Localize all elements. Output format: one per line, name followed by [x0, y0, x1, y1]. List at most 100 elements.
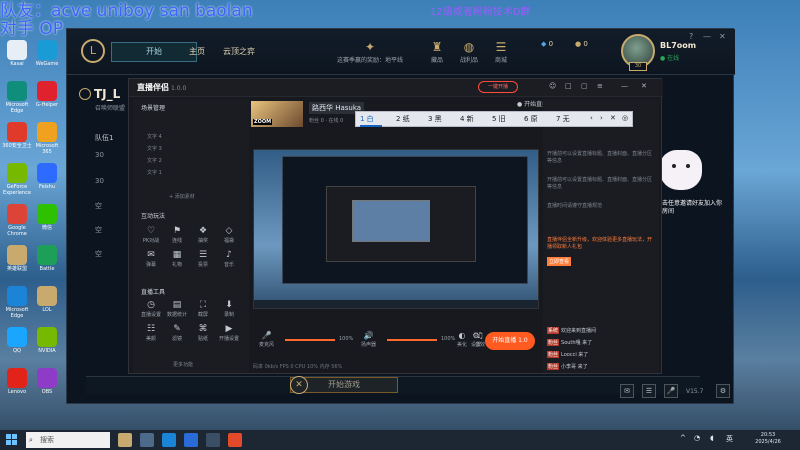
screen-icon[interactable]: ▢ [581, 82, 588, 90]
tool-music[interactable]: ♪ 音乐 [217, 249, 241, 268]
chevron-right-icon[interactable]: › [600, 114, 603, 122]
more-tools-link[interactable]: 更多功能 [173, 361, 193, 368]
input-language[interactable]: 英 [726, 434, 733, 444]
minimize-icon[interactable]: — [621, 82, 628, 90]
tool-record[interactable]: ⬇ 录制 [217, 299, 241, 318]
taskbar-lol-icon[interactable] [118, 433, 132, 447]
mic-icon[interactable]: 🎤 [664, 384, 678, 398]
stream-cover-thumbnail[interactable]: ZOOM [251, 101, 303, 127]
minimize-icon[interactable]: — [703, 32, 711, 41]
promo-button[interactable]: 立即查看 [547, 257, 572, 266]
desktop-icon[interactable]: G-Helper [32, 81, 62, 119]
tool-pk[interactable]: ♡ PK对战 [139, 225, 163, 244]
user-status[interactable]: ● 在线 [660, 53, 679, 62]
tool-bag[interactable]: ◇ 福袋 [217, 225, 241, 244]
top-icon-store[interactable]: ☰ 商城 [481, 39, 521, 64]
tool-screenshot[interactable]: ⛶ 截屏 [191, 299, 215, 318]
menu-item-4[interactable]: 4 新 [460, 114, 474, 124]
taskbar-app-icon[interactable] [184, 433, 198, 447]
desktop-icon[interactable]: NVIDIA [32, 327, 62, 365]
beautify-control[interactable]: ◐ 美化 [457, 331, 467, 348]
play-button[interactable]: 开始 [111, 42, 197, 62]
tool-vote[interactable]: ☰ 投票 [191, 249, 215, 268]
nav-tft[interactable]: 云顶之弈 [223, 46, 255, 57]
speaker-volume-slider[interactable] [387, 339, 437, 341]
mic-volume-slider[interactable] [285, 339, 335, 341]
nav-home[interactable]: 主页 [189, 46, 205, 57]
lobby-back-icon[interactable] [79, 88, 91, 100]
menu-icon[interactable]: ≡ [597, 82, 603, 90]
tool-link[interactable]: ⚑ 连线 [165, 225, 189, 244]
taskbar-search-box[interactable]: ⌕ 搜索 [26, 432, 110, 448]
desktop-icon[interactable]: WeGame [32, 40, 62, 78]
taskbar-edge-icon[interactable] [162, 433, 176, 447]
desktop-icon[interactable]: Feishu [32, 163, 62, 201]
tool-gift[interactable]: ▦ 礼物 [165, 249, 189, 268]
desktop-icon[interactable]: LOL [32, 286, 62, 324]
team-row[interactable]: 空 [95, 201, 102, 211]
tray-overflow-icon[interactable]: ^ [680, 434, 686, 442]
desktop-icon[interactable]: Microsoft Edge [2, 81, 32, 119]
desktop-icon[interactable]: Kasai [2, 40, 32, 78]
emoji-icon[interactable]: ☺ [549, 82, 556, 90]
menu-item-5[interactable]: 5 旧 [492, 114, 506, 124]
stream-settings-control[interactable]: ⚙ 设置 [471, 331, 481, 348]
team-row[interactable]: 空 [95, 249, 102, 259]
desktop-icon[interactable]: Microsoft 365 [32, 122, 62, 160]
tool-live-config[interactable]: ▶ 开播设置 [217, 323, 241, 342]
taskbar-clock[interactable]: 20:53 2025/4/26 [748, 432, 788, 446]
menu-item-7[interactable]: 7 无 [556, 114, 570, 124]
menu-item-3[interactable]: 3 黑 [428, 114, 442, 124]
desktop-icon[interactable]: Battle [32, 245, 62, 283]
close-icon[interactable]: ✕ [641, 82, 647, 90]
speaker-control[interactable]: 🔊 扬声器 [361, 331, 376, 348]
tool-sticker[interactable]: ⌘ 贴纸 [191, 323, 215, 342]
stream-preview[interactable] [253, 149, 539, 309]
scene-item[interactable]: 文字 2 [147, 157, 162, 164]
cancel-queue-icon[interactable]: ✕ [290, 376, 308, 394]
tool-live-settings[interactable]: ◷ 直播设置 [139, 299, 163, 318]
chevron-left-icon[interactable]: ‹ [590, 114, 593, 122]
taskbar-explorer-icon[interactable] [140, 433, 154, 447]
help-icon[interactable]: ? [689, 32, 693, 41]
scene-item[interactable]: 文字 1 [147, 169, 162, 176]
top-icon-pass[interactable]: ✦ 这赛季赢的奖励：地平线 [335, 39, 405, 64]
windows-start-icon[interactable] [6, 434, 18, 446]
tool-filter[interactable]: ✎ 滤镜 [165, 323, 189, 342]
desktop-icon[interactable]: QQ [2, 327, 32, 365]
close-icon[interactable]: ✕ [610, 114, 616, 122]
desktop-icon[interactable]: Google Chrome [2, 204, 32, 242]
tool-danmaku[interactable]: ✉ 弹幕 [139, 249, 163, 268]
target-icon[interactable]: ◎ [622, 114, 628, 122]
volume-icon[interactable]: ◖ [710, 434, 714, 442]
start-live-button[interactable]: 开始直播 1.0 [485, 332, 535, 350]
one-click-live-button[interactable]: 一键开播 [478, 81, 518, 93]
wifi-icon[interactable]: ◔ [694, 434, 700, 442]
scene-item[interactable]: 文字 4 [147, 133, 162, 140]
menu-item-6[interactable]: 6 原 [524, 114, 538, 124]
settings-gear-icon[interactable]: ⚙ [716, 384, 730, 398]
taskbar-streaming-app-icon[interactable] [228, 433, 242, 447]
window-icon[interactable]: □ [565, 82, 572, 90]
lol-logo[interactable]: L [81, 39, 105, 63]
add-source-button[interactable]: + 添加素材 [169, 193, 195, 200]
menu-item-2[interactable]: 2 纸 [396, 114, 410, 124]
taskbar-app-icon[interactable] [206, 433, 220, 447]
list-icon[interactable]: ☰ [642, 384, 656, 398]
tool-beauty[interactable]: ☷ 美颜 [139, 323, 163, 342]
desktop-icon[interactable]: 英雄联盟 [2, 245, 32, 283]
menu-item-1[interactable]: 1 白 [360, 114, 374, 124]
close-icon[interactable]: ✕ [719, 32, 726, 41]
scene-item[interactable]: 文字 3 [147, 145, 162, 152]
desktop-icon[interactable]: GeForce Experience [2, 163, 32, 201]
scene-header[interactable]: 场景管理 [141, 103, 165, 112]
desktop-icon[interactable]: Microsoft Edge [2, 286, 32, 324]
desktop-icon[interactable]: OBS [32, 368, 62, 406]
team-row[interactable]: 空 [95, 225, 102, 235]
tool-lottery[interactable]: ❖ 抽奖 [191, 225, 215, 244]
desktop-icon[interactable]: Lenovo [2, 368, 32, 406]
desktop-icon[interactable]: 微信 [32, 204, 62, 242]
mail-icon[interactable]: ✉ [620, 384, 634, 398]
currency-box[interactable]: ◆ 0 ● 0 [535, 37, 611, 69]
tool-stats[interactable]: ▤ 数据统计 [165, 299, 189, 318]
